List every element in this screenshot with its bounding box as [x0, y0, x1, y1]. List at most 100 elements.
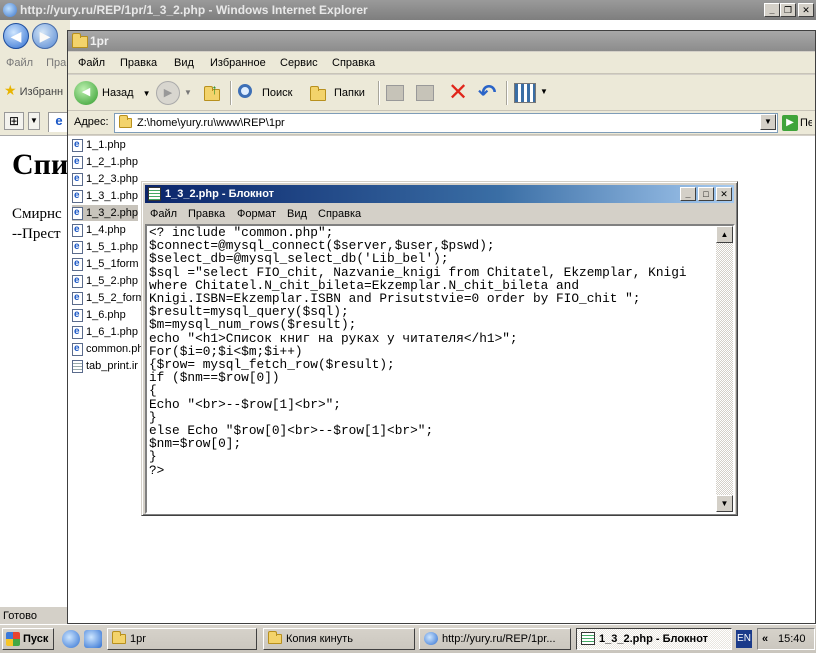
- back-button[interactable]: ◀ Назад ▼: [74, 79, 154, 107]
- file-name: 1_4.php: [86, 224, 126, 236]
- favorites-star-icon[interactable]: ★: [4, 82, 17, 98]
- file-name: 1_2_1.php: [86, 156, 138, 168]
- file-name: 1_1.php: [86, 139, 126, 151]
- taskbar: Пуск 1pr Копия кинуть http://yury.ru/REP…: [0, 624, 816, 653]
- ie-doc-icon: [72, 341, 83, 357]
- notepad-menu-help[interactable]: Справка: [318, 204, 361, 224]
- notepad-menu-edit[interactable]: Правка: [188, 204, 225, 224]
- file-item[interactable]: 1_2_3.php: [72, 171, 138, 187]
- ie-title: http://yury.ru/REP/1pr/1_3_2.php - Windo…: [20, 3, 368, 17]
- task-label: 1pr: [130, 633, 146, 645]
- file-item-selected[interactable]: 1_3_2.php: [72, 205, 138, 221]
- taskbar-item-1pr[interactable]: 1pr: [107, 628, 257, 650]
- explorer-title: 1pr: [90, 34, 109, 48]
- search-icon: [238, 84, 252, 98]
- file-item[interactable]: common.ph: [72, 341, 143, 357]
- ie-close-button[interactable]: ✕: [798, 3, 814, 17]
- file-item[interactable]: 1_6_1.php: [72, 324, 138, 340]
- page-line-1: Смирнс: [12, 206, 62, 222]
- scroll-up-icon[interactable]: ▲: [716, 226, 733, 243]
- undo-icon[interactable]: ↶: [478, 79, 496, 107]
- notepad-minimize-button[interactable]: _: [680, 187, 696, 201]
- file-item[interactable]: 1_5_1form: [72, 256, 139, 272]
- file-item[interactable]: 1_4.php: [72, 222, 126, 238]
- back-chevron-icon[interactable]: ▼: [143, 89, 151, 98]
- ie-doc-icon: [72, 188, 83, 204]
- file-name: tab_print.ir: [86, 360, 138, 372]
- file-name: 1_3_1.php: [86, 190, 138, 202]
- language-indicator[interactable]: EN: [736, 630, 752, 648]
- forward-chevron-icon[interactable]: ▼: [184, 79, 192, 107]
- folders-button[interactable]: Папки: [308, 79, 374, 107]
- windows-logo-icon: [6, 632, 20, 646]
- search-button[interactable]: Поиск: [236, 79, 302, 107]
- go-label: Пе: [800, 117, 812, 129]
- explorer-menu-tools[interactable]: Сервис: [280, 52, 318, 74]
- taskbar-item-notepad[interactable]: 1_3_2.php - Блокнот: [576, 628, 732, 650]
- explorer-menu-file[interactable]: Файл: [78, 52, 105, 74]
- file-item[interactable]: 1_2_1.php: [72, 154, 138, 170]
- file-item[interactable]: 1_3_1.php: [72, 188, 138, 204]
- ie-back-icon[interactable]: ◀: [3, 23, 29, 49]
- forward-button[interactable]: ▶ ▼: [156, 79, 196, 107]
- notepad-scrollbar[interactable]: ▲ ▼: [716, 226, 733, 512]
- file-name: 1_6_1.php: [86, 326, 138, 338]
- notepad-maximize-button[interactable]: □: [698, 187, 714, 201]
- file-item[interactable]: 1_5_2.php: [72, 273, 138, 289]
- notepad-close-button[interactable]: ✕: [716, 187, 732, 201]
- notepad-menu-format[interactable]: Формат: [237, 204, 276, 224]
- explorer-menu-help[interactable]: Справка: [332, 52, 375, 74]
- go-button[interactable]: ▶ Пе: [782, 114, 812, 132]
- notepad-icon: [581, 632, 595, 645]
- ie-minimize-button[interactable]: _: [764, 3, 780, 17]
- move-to-icon[interactable]: [386, 85, 404, 101]
- scroll-down-icon[interactable]: ▼: [716, 495, 733, 512]
- address-dropdown-chevron-icon[interactable]: ▼: [760, 114, 776, 130]
- ie-favorites-label[interactable]: Избранн: [20, 86, 64, 98]
- address-label: Адрес:: [74, 116, 109, 128]
- notepad-menu-view[interactable]: Вид: [287, 204, 307, 224]
- ie-menu-edit[interactable]: Пра: [46, 57, 66, 69]
- file-item[interactable]: tab_print.ir: [72, 358, 138, 374]
- quicklaunch-browser-icon[interactable]: [84, 630, 102, 648]
- file-item[interactable]: 1_5_1.php: [72, 239, 138, 255]
- explorer-menu-view[interactable]: Вид: [174, 52, 194, 74]
- explorer-title-bar[interactable]: 1pr: [68, 31, 815, 51]
- address-input[interactable]: Z:\home\yury.ru\www\REP\1pr: [114, 113, 778, 133]
- ie-maximize-button[interactable]: ❐: [780, 3, 796, 17]
- notepad-title-bar[interactable]: 1_3_2.php - Блокнот _ □ ✕: [145, 185, 734, 203]
- folder-icon: [268, 631, 282, 644]
- start-button[interactable]: Пуск: [2, 628, 54, 650]
- quick-tabs-icon[interactable]: ⊞: [4, 112, 24, 130]
- tray-expand-chevron-icon[interactable]: «: [762, 629, 768, 649]
- notepad-menu-file[interactable]: Файл: [150, 204, 177, 224]
- file-item[interactable]: 1_5_2_form: [72, 290, 145, 306]
- views-chevron-icon[interactable]: ▼: [540, 87, 548, 96]
- file-name: 1_3_2.php: [86, 207, 138, 219]
- notepad-text-area[interactable]: <? include "common.php"; $connect=@mysql…: [145, 224, 735, 514]
- notepad-code[interactable]: <? include "common.php"; $connect=@mysql…: [149, 226, 715, 512]
- clock: 15:40: [778, 633, 806, 645]
- folder-icon: [72, 33, 88, 48]
- ie-forward-icon[interactable]: ▶: [32, 23, 58, 49]
- explorer-menu-favorites[interactable]: Избранное: [210, 52, 266, 74]
- up-folder-button[interactable]: ↑: [202, 79, 226, 107]
- file-item[interactable]: 1_1.php: [72, 137, 126, 153]
- explorer-menu-edit[interactable]: Правка: [120, 52, 157, 74]
- ie-menu-file[interactable]: Файл: [6, 57, 33, 69]
- address-folder-icon: [119, 115, 132, 128]
- explorer-menu-bar: Файл Правка Вид Избранное Сервис Справка: [68, 52, 815, 74]
- quicklaunch-ie-icon[interactable]: [62, 630, 80, 648]
- ie-title-bar[interactable]: http://yury.ru/REP/1pr/1_3_2.php - Windo…: [0, 0, 816, 20]
- delete-icon[interactable]: ✕: [448, 79, 468, 107]
- copy-to-icon[interactable]: [416, 85, 434, 101]
- views-icon[interactable]: [514, 83, 536, 103]
- tab-list-chevron-icon[interactable]: ▼: [28, 112, 40, 130]
- back-arrow-icon: ◀: [74, 81, 98, 105]
- ie-doc-icon: [72, 137, 83, 153]
- ie-status-bar: Готово: [0, 606, 70, 624]
- ie-page-content: Спи Смирнс --Прест: [0, 136, 70, 606]
- taskbar-item-kopiya[interactable]: Копия кинуть: [263, 628, 415, 650]
- file-item[interactable]: 1_6.php: [72, 307, 126, 323]
- taskbar-item-ie[interactable]: http://yury.ru/REP/1pr...: [419, 628, 571, 650]
